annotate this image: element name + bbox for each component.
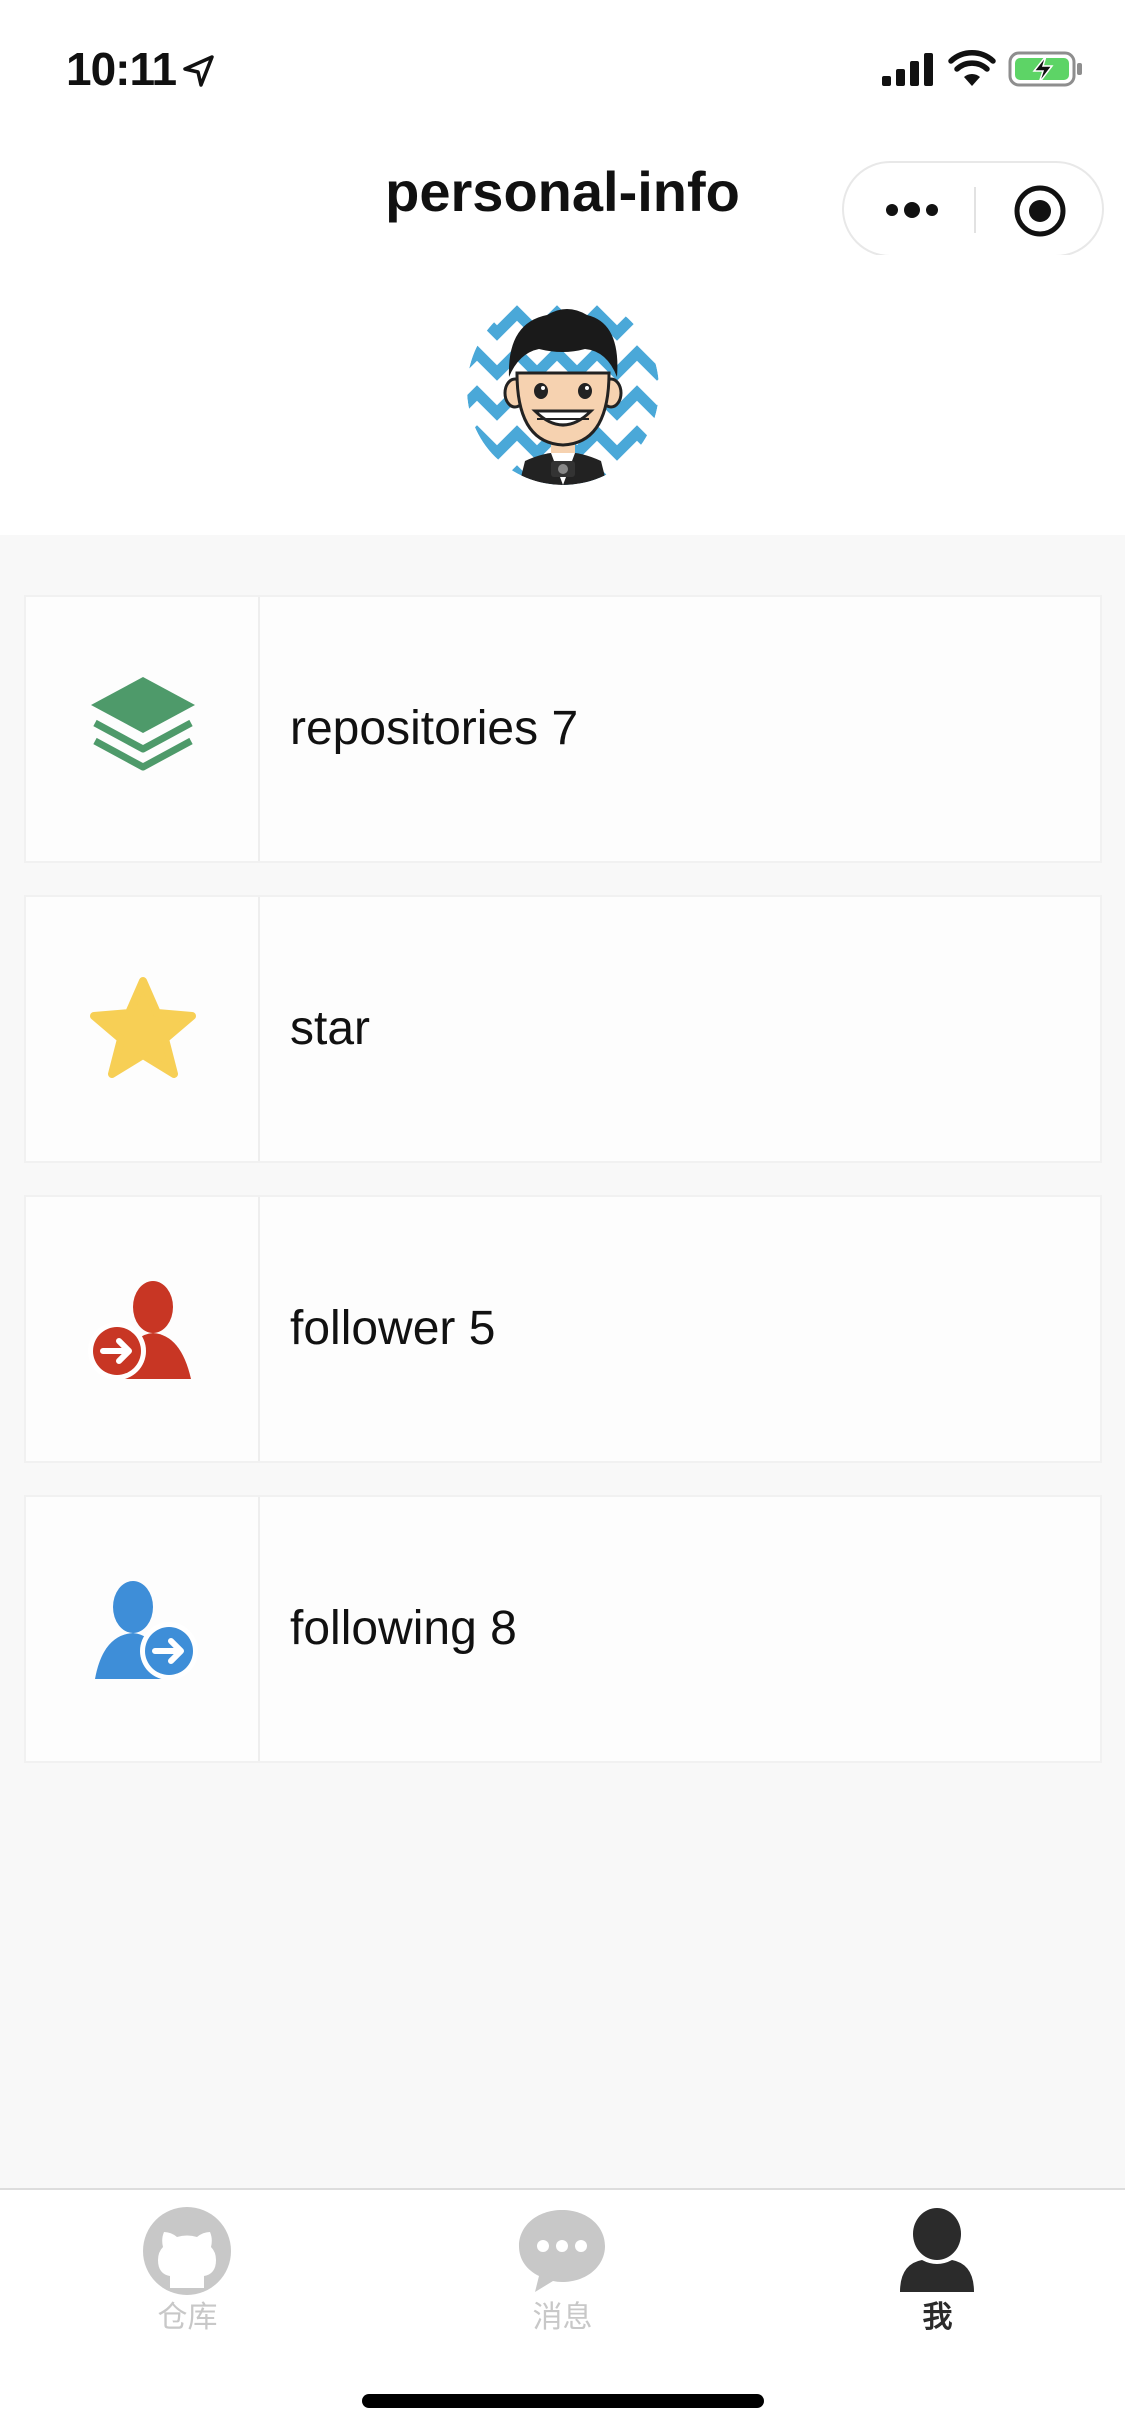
menu-item-label: follower 5 — [290, 1302, 496, 1355]
repositories-stack-icon — [91, 677, 195, 771]
menu-item-repositories[interactable]: repositories 7 — [24, 595, 1102, 863]
following-icon — [95, 1581, 198, 1680]
user-icon — [900, 2208, 974, 2292]
menu-item-label: star — [290, 1002, 371, 1055]
menu-item-label: following 8 — [290, 1602, 517, 1655]
avatar[interactable] — [467, 293, 659, 485]
miniprogram-capsule — [842, 161, 1104, 257]
menu-item-follower[interactable]: follower 5 — [24, 1195, 1102, 1463]
menu-icon-cell — [26, 1497, 260, 1761]
github-octocat-icon — [143, 2207, 231, 2295]
cellular-signal-icon — [882, 53, 933, 86]
battery-charging-icon — [1008, 51, 1082, 87]
star-icon — [90, 977, 196, 1078]
tab-label: 我 — [922, 2300, 953, 2335]
tab-label: 仓库 — [157, 2300, 218, 2335]
nav-bar: personal-info — [0, 135, 1125, 257]
menu-icon-cell — [26, 597, 260, 861]
capsule-divider — [974, 187, 976, 233]
menu-item-star[interactable]: star — [24, 895, 1102, 1163]
follower-icon — [88, 1281, 191, 1380]
cartoon-avatar-image — [467, 293, 659, 485]
status-bar: 10:11 — [0, 0, 1125, 135]
chat-bubble-icon — [519, 2210, 605, 2292]
status-time: 10:11 — [66, 43, 177, 95]
home-indicator — [362, 2394, 764, 2408]
menu-icon-cell — [26, 897, 260, 1161]
tab-repositories[interactable]: 仓库 — [0, 2190, 375, 2340]
wifi-icon — [948, 50, 996, 86]
menu-icon-cell — [26, 1197, 260, 1461]
menu-item-label: repositories 7 — [290, 702, 579, 755]
menu-item-following[interactable]: following 8 — [24, 1495, 1102, 1763]
tab-me[interactable]: 我 — [750, 2190, 1125, 2340]
tab-messages[interactable]: 消息 — [375, 2190, 750, 2340]
location-arrow-icon — [183, 55, 214, 87]
miniprogram-close-icon[interactable] — [1012, 183, 1068, 239]
profile-header — [0, 255, 1125, 535]
tab-label: 消息 — [532, 2300, 593, 2335]
more-dots-icon[interactable] — [882, 193, 942, 227]
